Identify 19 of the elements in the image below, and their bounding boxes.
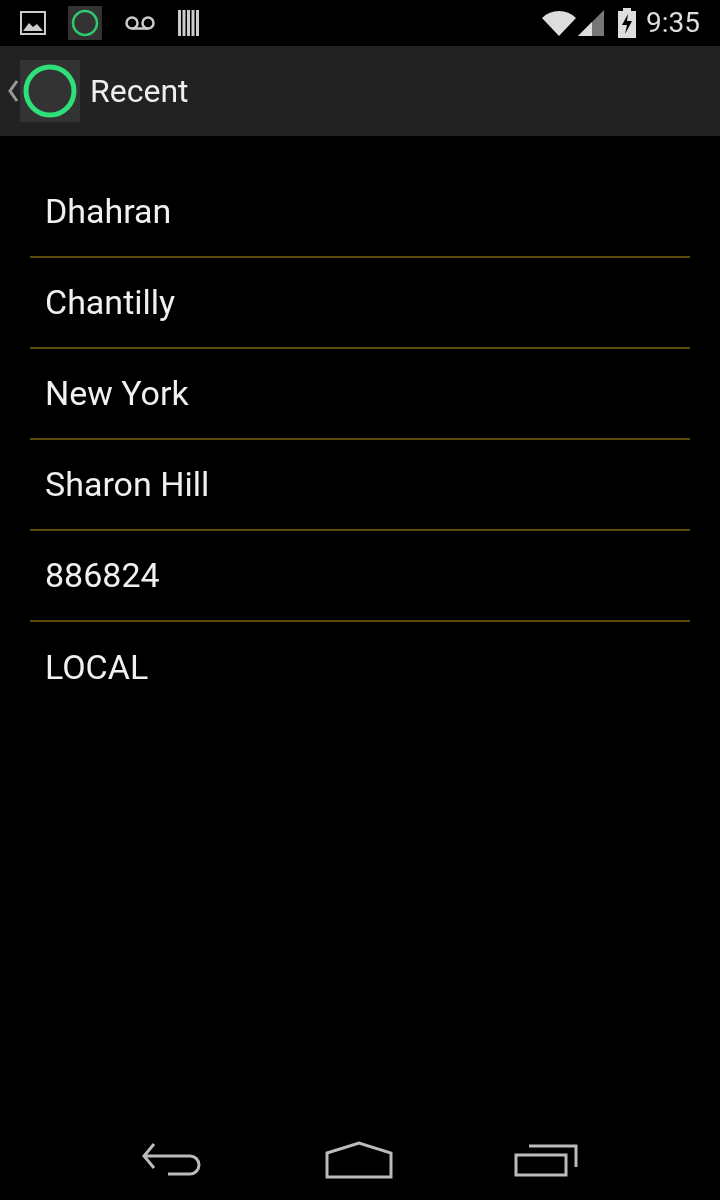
signal-icon	[578, 10, 604, 36]
voicemail-icon	[124, 15, 156, 31]
list-item[interactable]: Chantilly	[30, 258, 690, 349]
list-item[interactable]: Sharon Hill	[30, 440, 690, 531]
wifi-icon	[542, 10, 576, 36]
battery-charging-icon	[618, 8, 636, 38]
home-button[interactable]	[324, 1140, 394, 1179]
list-item[interactable]: 886824	[30, 531, 690, 622]
list-item[interactable]: LOCAL	[30, 622, 690, 713]
app-logo-icon	[20, 60, 80, 122]
list-item[interactable]: Dhahran	[30, 167, 690, 258]
clock-time: 9:35	[646, 5, 700, 41]
chevron-left-icon	[6, 79, 20, 103]
recent-apps-button[interactable]	[514, 1142, 580, 1177]
image-icon	[20, 11, 46, 35]
barcode-icon	[178, 10, 200, 36]
list-item[interactable]: New York	[30, 349, 690, 440]
ring-icon	[68, 6, 102, 40]
screen-title: Recent	[90, 71, 189, 112]
